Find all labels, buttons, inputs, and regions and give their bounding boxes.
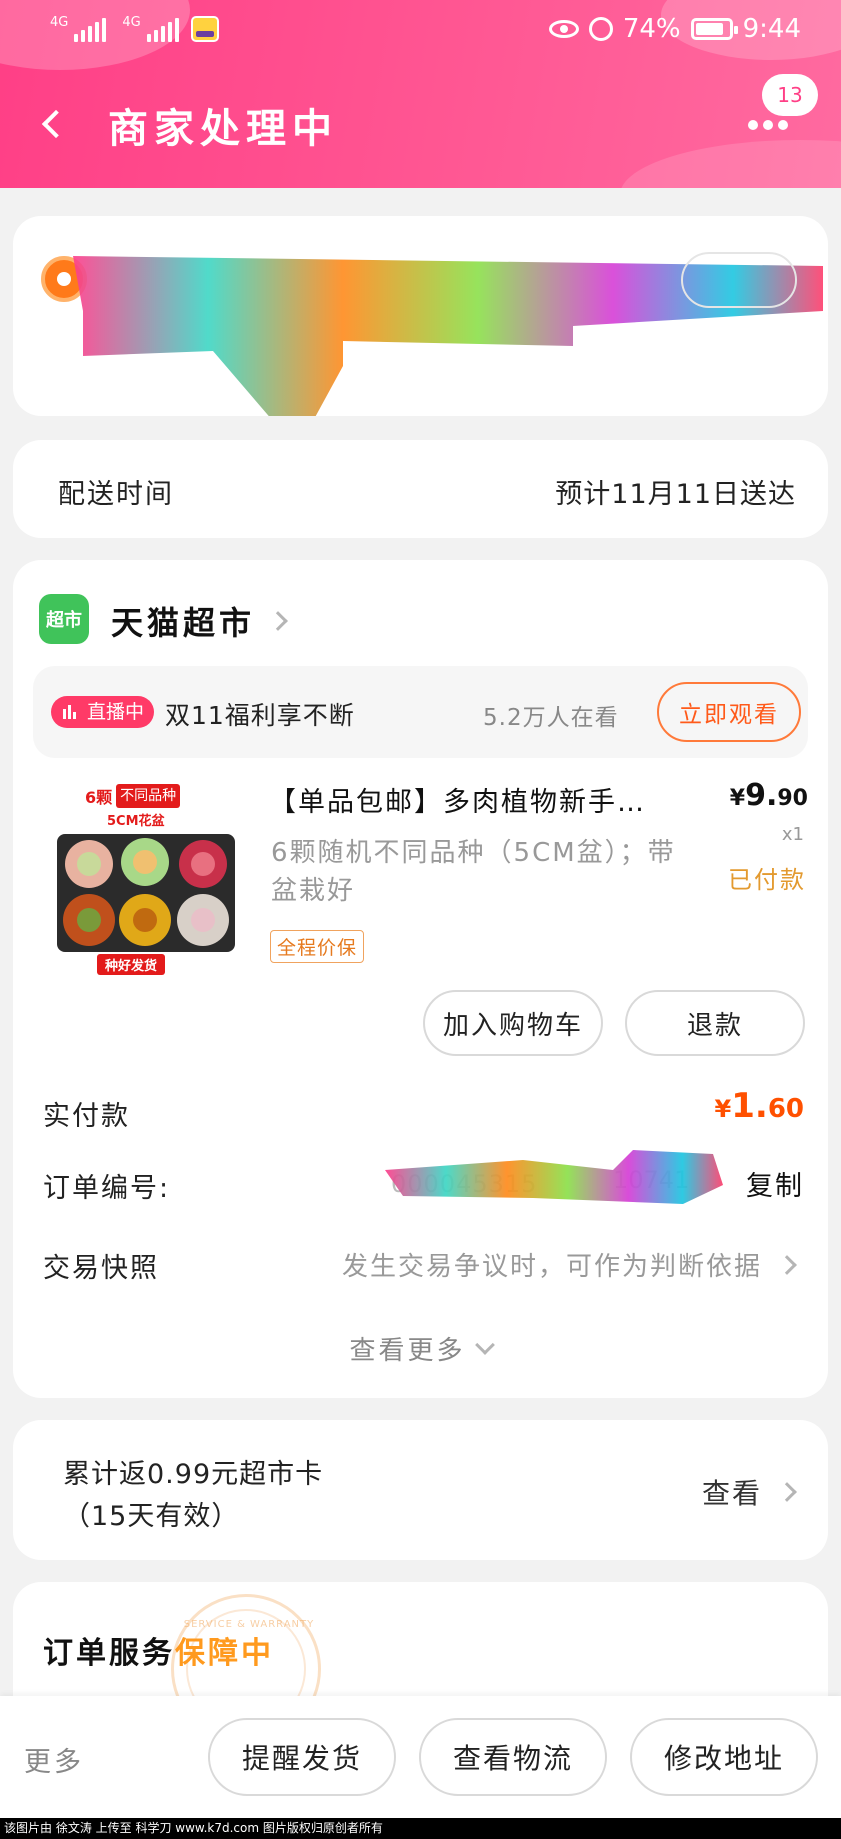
image-text-footer: 种好发货 [97,954,166,975]
order-number-label: 订单编号: [43,1173,171,1204]
product-spec: 6颗随机不同品种（5CM盆）；带盆栽好 [271,838,676,906]
image-text-pot: 5CM花盆 [107,814,165,829]
snapshot-link[interactable]: 发生交易争议时，可作为判断依据 [341,1246,797,1283]
rebate-card[interactable]: 累计返0.99元超市卡 （15天有效） 查看 [13,1420,828,1560]
price-integer: 9. [745,778,778,813]
refund-button[interactable]: 退款 [625,990,805,1056]
address-card[interactable] [13,216,828,416]
succulent-pots-illustration [57,834,235,952]
pay-status: 已付款 [728,866,806,894]
eye-icon [548,20,579,38]
rebate-line2: （15天有效） [63,1501,240,1532]
tmall-supermarket-icon: 超市 [39,594,89,644]
back-arrow-icon [41,109,71,139]
edit-address-button[interactable]: 修改地址 [630,1718,818,1796]
image-text-count: 6颗 [85,788,113,807]
order-card: 超市 天猫超市 直播中 双11福利享不断 5.2万人在看 立即观看 6颗 不同品… [13,560,828,1398]
paid-decimal: 60 [767,1094,804,1124]
price-symbol: ¥ [729,786,746,811]
watermark-bar: 该图片由 徐文涛 上传至 科学刀 www.k7d.com 图片版权归原创者所有 [0,1818,841,1839]
more-actions-button[interactable]: 更多 [24,1740,84,1779]
store-name: 天猫超市 [111,604,256,642]
price-decimal: 90 [777,786,808,811]
delivery-label: 配送时间 [58,479,174,510]
battery-percent: 74% [622,14,681,44]
product-price: ¥9.90 [730,778,808,813]
paid-amount: ¥1.60 [715,1086,804,1126]
paid-symbol: ¥ [714,1095,732,1123]
live-badge-label: 直播中 [87,701,145,723]
service-title-text: 订单服务 [43,1636,175,1671]
chevron-right-icon [777,1482,797,1502]
chevron-down-icon [474,1334,495,1355]
top-header: 4G 4G 74% 9:44 商家处理中 13 [0,0,841,188]
live-banner[interactable]: 直播中 双11福利享不断 5.2万人在看 立即观看 [33,666,808,758]
status-bar-left: 4G 4G [50,16,219,42]
service-title: 订单服务保障中 [43,1628,274,1672]
see-more-label: 查看更多 [349,1336,466,1366]
snapshot-value: 发生交易争议时，可作为判断依据 [341,1252,762,1282]
copy-button[interactable]: 复制 [746,1164,804,1203]
live-badge: 直播中 [51,696,155,728]
delivery-time-card: 配送时间 预计11月11日送达 [13,440,828,538]
product-quantity: x1 [781,824,804,845]
battery-icon [690,18,738,40]
chevron-right-icon [268,611,288,631]
order-number-redaction [385,1150,723,1204]
snapshot-label: 交易快照 [43,1253,159,1284]
clock-time: 9:44 [742,14,801,44]
paid-integer: 1. [731,1086,768,1126]
signal-icon-2 [146,18,179,42]
see-more-button[interactable]: 查看更多 [13,1330,828,1367]
address-edit-button[interactable] [681,252,797,308]
page-title: 商家处理中 [108,106,338,152]
live-viewers: 5.2万人在看 [483,705,619,731]
add-to-cart-button[interactable]: 加入购物车 [423,990,603,1056]
message-count-badge: 13 [762,74,818,116]
image-text-variety: 不同品种 [116,784,181,808]
signal-icon [74,18,107,42]
rebate-line1: 累计返0.99元超市卡 [63,1459,324,1490]
service-highlight: 保障中 [175,1636,274,1671]
network-label-1: 4G [50,15,69,30]
redaction-scribble [73,256,823,416]
alarm-icon [588,17,613,41]
more-dots-icon [748,120,788,130]
rebate-view-label: 查看 [701,1477,762,1510]
network-label-2: 4G [122,15,141,30]
chevron-right-icon [777,1254,797,1275]
rebate-view-link[interactable]: 查看 [701,1472,797,1512]
product-image[interactable]: 6颗 不同品种 5CM花盆 种好发货 [45,778,245,978]
bottom-action-bar: 更多 提醒发货 查看物流 修改地址 [0,1696,841,1818]
live-bars-icon [63,705,76,719]
status-bar-right: 74% 9:44 [548,14,801,44]
view-logistics-button[interactable]: 查看物流 [419,1718,607,1796]
price-protection-tag: 全程价保 [270,930,365,963]
delivery-value: 预计11月11日送达 [555,479,796,510]
back-button[interactable] [38,104,71,144]
app-notification-icon [190,16,219,42]
product-title[interactable]: 【单品包邮】多肉植物新手… [269,780,689,819]
watch-live-button[interactable]: 立即观看 [657,682,801,742]
store-link[interactable]: 天猫超市 [111,598,288,644]
remind-ship-button[interactable]: 提醒发货 [208,1718,396,1796]
paid-label: 实付款 [43,1101,130,1132]
live-text: 双11福利享不断 [165,701,355,730]
